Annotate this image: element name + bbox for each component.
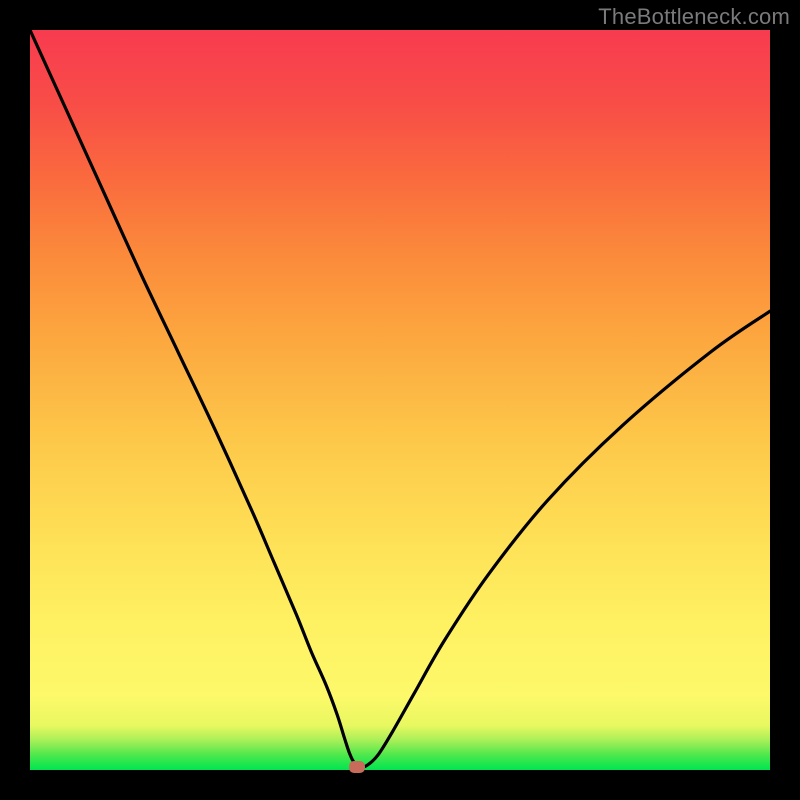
chart-frame: TheBottleneck.com <box>0 0 800 800</box>
plot-area <box>30 30 770 770</box>
bottleneck-curve <box>30 30 770 770</box>
watermark-text: TheBottleneck.com <box>598 4 790 30</box>
optimal-point-marker <box>349 761 365 773</box>
